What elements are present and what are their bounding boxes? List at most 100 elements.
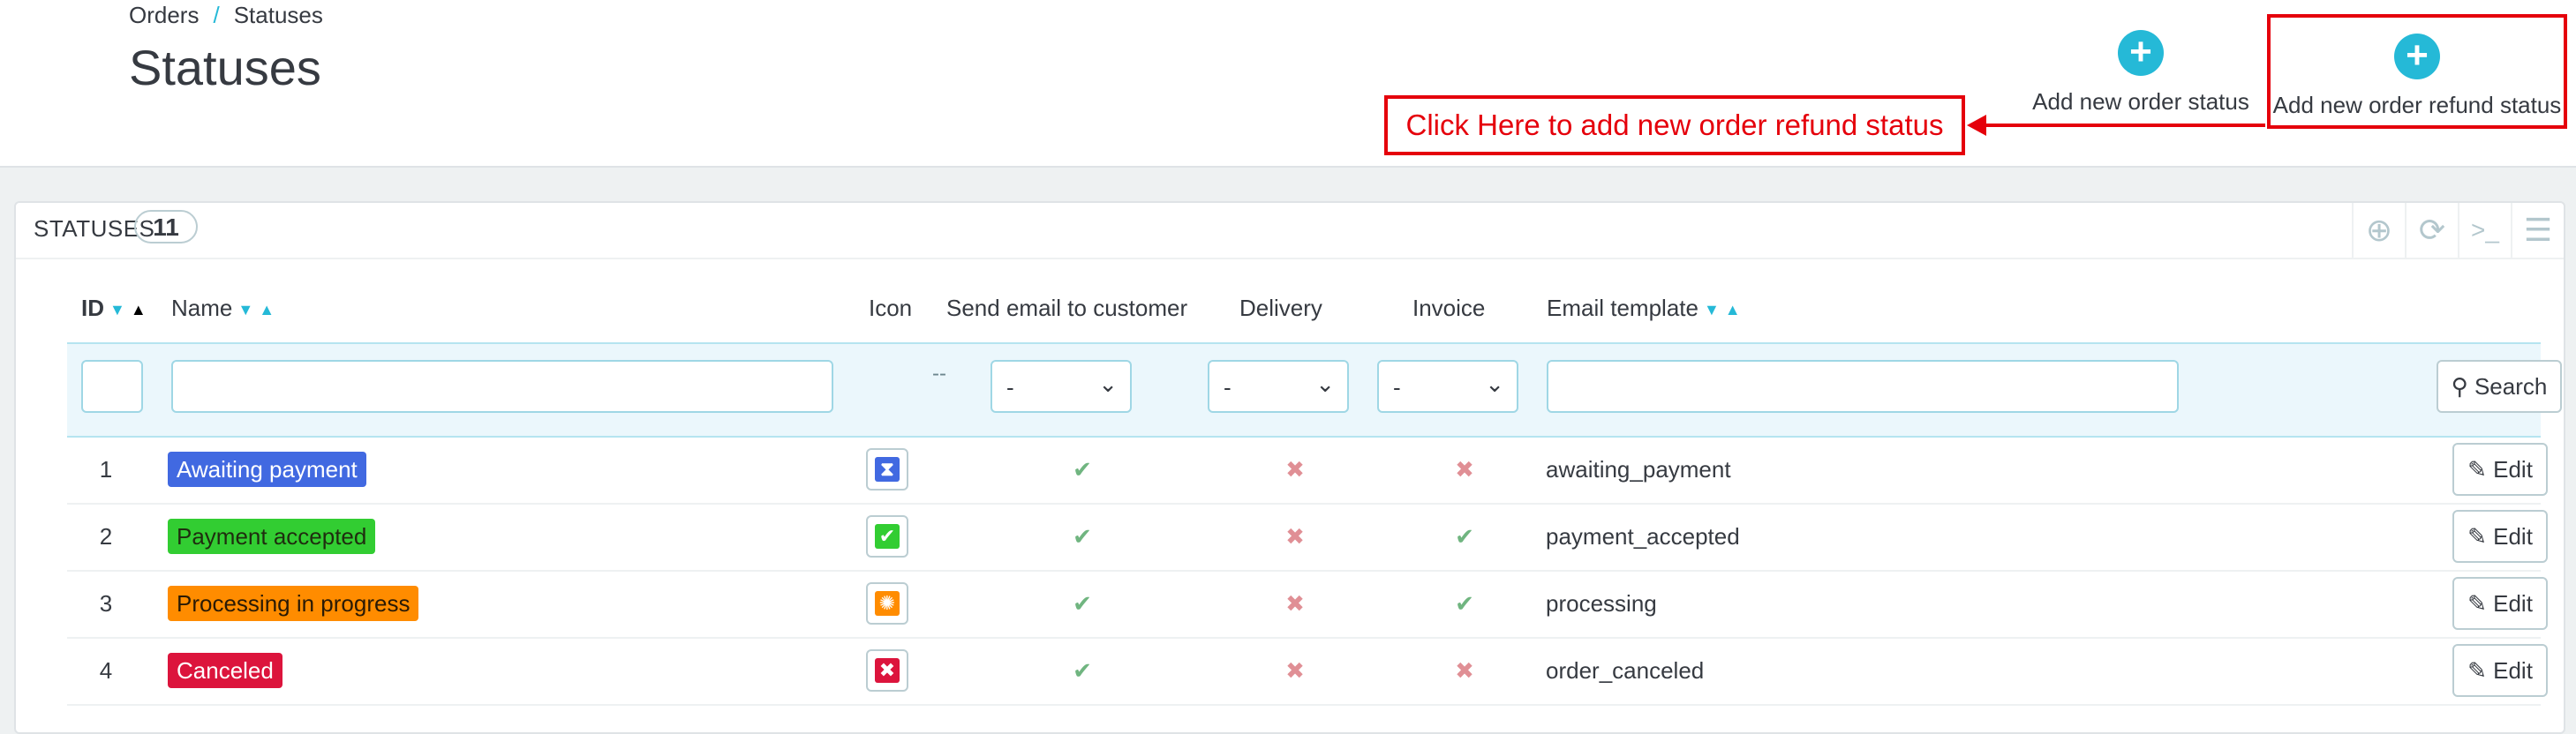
edit-label: Edit: [2493, 523, 2533, 550]
sort-desc-icon[interactable]: ▼: [237, 301, 253, 319]
search-icon: ⚲: [2451, 373, 2468, 400]
filter-delivery-select[interactable]: - ⌄: [1208, 360, 1349, 413]
cross-icon[interactable]: ✖: [1269, 637, 1322, 704]
filter-email-template-input[interactable]: [1547, 360, 2179, 413]
check-icon[interactable]: ✔: [1056, 637, 1109, 704]
cross-icon[interactable]: ✖: [1269, 570, 1322, 637]
pencil-icon: ✎: [2467, 456, 2487, 483]
breadcrumb-statuses[interactable]: Statuses: [234, 2, 323, 28]
cancel-icon: ✖: [875, 658, 900, 683]
sort-desc-icon[interactable]: ▼: [1704, 301, 1720, 319]
th-id-label: ID: [81, 295, 104, 321]
status-badge: Awaiting payment: [168, 452, 366, 487]
th-delivery: Delivery: [1239, 295, 1322, 321]
cross-icon[interactable]: ✖: [1438, 436, 1491, 503]
status-badge: Processing in progress: [168, 586, 419, 621]
edit-button[interactable]: ✎ Edit: [2452, 644, 2548, 697]
sql-query-icon[interactable]: >_: [2458, 203, 2511, 258]
check-icon[interactable]: ✔: [1056, 570, 1109, 637]
filter-send-email-value: -: [1006, 374, 1014, 401]
chevron-down-icon: ⌄: [1485, 371, 1504, 397]
chevron-down-icon: ⌄: [1315, 371, 1335, 397]
email-template-value: awaiting_payment: [1546, 456, 1731, 483]
check-icon[interactable]: ✔: [1056, 436, 1109, 503]
th-name[interactable]: Name ▼ ▲: [171, 295, 275, 322]
status-icon: ✖: [866, 649, 908, 692]
page-header: Orders / Statuses Statuses + Add new order…: [0, 0, 2576, 168]
row-id: 1: [99, 456, 113, 483]
pencil-icon: ✎: [2467, 657, 2487, 684]
cross-icon[interactable]: ✖: [1269, 503, 1322, 570]
th-id[interactable]: ID ▼ ▲: [81, 295, 147, 322]
processing-icon: ✺: [875, 591, 900, 616]
sort-asc-icon[interactable]: ▲: [131, 301, 147, 319]
search-button-label: Search: [2474, 373, 2548, 400]
sort-asc-icon[interactable]: ▲: [1725, 301, 1741, 319]
check-square-icon: ✔: [875, 524, 900, 549]
th-icon: Icon: [869, 295, 913, 321]
cross-icon[interactable]: ✖: [1438, 637, 1491, 704]
th-name-label: Name: [171, 295, 233, 321]
table-row: 4 Canceled ✖ ✔ ✖ ✖ order_canceled ✎ Edit: [67, 637, 2548, 706]
add-circle-icon: +: [2394, 34, 2440, 79]
search-button[interactable]: ⚲ Search: [2437, 360, 2562, 413]
row-id: 4: [99, 657, 113, 684]
email-template-value: processing: [1546, 590, 1657, 617]
status-icon: ⧗: [866, 448, 908, 491]
pencil-icon: ✎: [2467, 523, 2487, 550]
add-new-order-status-button[interactable]: + Add new order status: [2030, 30, 2251, 116]
edit-button[interactable]: ✎ Edit: [2452, 510, 2548, 563]
cross-icon[interactable]: ✖: [1269, 436, 1322, 503]
row-id: 3: [99, 590, 113, 617]
filter-invoice-select[interactable]: - ⌄: [1377, 360, 1518, 413]
database-icon[interactable]: ☰: [2511, 203, 2564, 258]
filter-name-input[interactable]: [171, 360, 833, 413]
annotation-arrow-line: [1974, 124, 2265, 127]
th-send-email: Send email to customer: [946, 295, 1188, 321]
hourglass-icon: ⧗: [875, 457, 900, 482]
pencil-icon: ✎: [2467, 590, 2487, 617]
filter-row: -- - ⌄ - ⌄ - ⌄ ⚲ Search: [67, 342, 2562, 438]
status-badge: Payment accepted: [168, 519, 376, 554]
th-invoice: Invoice: [1412, 295, 1486, 321]
filter-icon-placeholder: --: [932, 362, 946, 386]
chevron-down-icon: ⌄: [1098, 371, 1118, 397]
table-row: 1 Awaiting payment ⧗ ✔ ✖ ✖ awaiting_paym…: [67, 436, 2548, 505]
add-new-order-status-label: Add new order status: [2032, 88, 2249, 115]
status-icon: ✺: [866, 582, 908, 625]
status-icon: ✔: [866, 515, 908, 558]
table-row: 3 Processing in progress ✺ ✔ ✖ ✔ process…: [67, 570, 2548, 639]
annotation-callout: Click Here to add new order refund statu…: [1384, 95, 1965, 155]
annotation-arrow-head: [1967, 115, 1986, 136]
email-template-value: order_canceled: [1546, 657, 1705, 684]
status-badge: Canceled: [168, 653, 282, 688]
edit-button[interactable]: ✎ Edit: [2452, 577, 2548, 630]
email-template-value: payment_accepted: [1546, 523, 1740, 550]
add-new-order-refund-status-label: Add new order refund status: [2272, 92, 2562, 118]
add-icon[interactable]: ⊕: [2352, 203, 2405, 258]
edit-button[interactable]: ✎ Edit: [2452, 443, 2548, 496]
row-id: 2: [99, 523, 113, 550]
table-row: 2 Payment accepted ✔ ✔ ✖ ✔ payment_accep…: [67, 503, 2548, 572]
edit-label: Edit: [2493, 456, 2533, 483]
page-title: Statuses: [129, 40, 321, 95]
breadcrumb-orders[interactable]: Orders: [129, 2, 199, 28]
check-icon[interactable]: ✔: [1056, 503, 1109, 570]
check-icon[interactable]: ✔: [1438, 503, 1491, 570]
filter-id-input[interactable]: [81, 360, 143, 413]
panel-toolbar: ⊕ ⟳ >_ ☰: [2352, 203, 2564, 258]
sort-asc-icon[interactable]: ▲: [259, 301, 275, 319]
refresh-icon[interactable]: ⟳: [2405, 203, 2458, 258]
breadcrumb-separator: /: [213, 2, 220, 28]
add-circle-icon: +: [2118, 30, 2164, 76]
sort-desc-icon[interactable]: ▼: [109, 301, 125, 319]
add-new-order-refund-status-button[interactable]: + Add new order refund status: [2267, 14, 2567, 129]
statuses-panel: STATUSES 11 ⊕ ⟳ >_ ☰ ID ▼ ▲ Name ▼ ▲ Icon Se…: [14, 201, 2565, 734]
check-icon[interactable]: ✔: [1438, 570, 1491, 637]
panel-heading: STATUSES 11 ⊕ ⟳ >_ ☰: [16, 203, 2564, 259]
breadcrumb: Orders / Statuses: [129, 2, 323, 29]
th-email-template[interactable]: Email template ▼ ▲: [1547, 295, 1741, 322]
filter-invoice-value: -: [1393, 374, 1401, 401]
filter-send-email-select[interactable]: - ⌄: [990, 360, 1132, 413]
th-email-template-label: Email template: [1547, 295, 1699, 321]
